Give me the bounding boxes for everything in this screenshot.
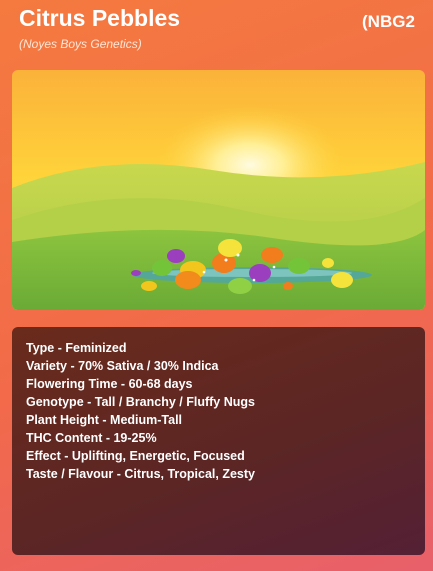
trait-label: THC Content xyxy=(26,431,103,445)
trait-list: Type - Feminized Variety - 70% Sativa / 3… xyxy=(12,327,425,483)
trait-value: Citrus, Tropical, Zesty xyxy=(124,467,255,481)
trait-taste-flavour: Taste / Flavour - Citrus, Tropical, Zest… xyxy=(26,465,425,483)
strain-code: (NBG2 xyxy=(362,12,415,31)
trait-variety: Variety - 70% Sativa / 30% Indica xyxy=(26,357,425,375)
trait-value: Medium-Tall xyxy=(110,413,183,427)
trait-label: Genotype xyxy=(26,395,84,409)
trait-label: Flowering Time xyxy=(26,377,118,391)
trait-label: Effect xyxy=(26,449,61,463)
trait-label: Plant Height xyxy=(26,413,99,427)
trait-value: 19-25% xyxy=(113,431,157,445)
trait-value: Uplifting, Energetic, Focused xyxy=(71,449,245,463)
breeder-name: (Noyes Boys Genetics) xyxy=(19,37,142,51)
trait-thc-content: THC Content - 19-25% xyxy=(26,429,425,447)
trait-label: Taste / Flavour xyxy=(26,467,114,481)
strain-title: Citrus Pebbles xyxy=(19,5,181,31)
sunrise-landscape-with-candy-pebbles-icon xyxy=(12,70,425,310)
trait-value: 60-68 days xyxy=(128,377,193,391)
trait-plant-height: Plant Height - Medium-Tall xyxy=(26,411,425,429)
trait-genotype: Genotype - Tall / Branchy / Fluffy Nugs xyxy=(26,393,425,411)
trait-separator: - xyxy=(67,359,79,373)
trait-flowering-time: Flowering Time - 60-68 days xyxy=(26,375,425,393)
trait-label: Type xyxy=(26,341,55,355)
trait-separator: - xyxy=(98,413,111,427)
strain-artwork xyxy=(12,70,425,310)
trait-separator: - xyxy=(60,449,72,463)
trait-separator: - xyxy=(117,377,129,391)
trait-label: Variety xyxy=(26,359,68,373)
trait-effect: Effect - Uplifting, Energetic, Focused xyxy=(26,447,425,465)
trait-value: Feminized xyxy=(65,341,127,355)
trait-value: Tall / Branchy / Fluffy Nugs xyxy=(94,395,255,409)
trait-separator: - xyxy=(113,467,125,481)
strain-details-panel: Type - Feminized Variety - 70% Sativa / 3… xyxy=(12,327,425,555)
trait-type: Type - Feminized xyxy=(26,339,425,357)
trait-separator: - xyxy=(83,395,95,409)
trait-separator: - xyxy=(102,431,114,445)
trait-separator: - xyxy=(54,341,66,355)
trait-value: 70% Sativa / 30% Indica xyxy=(78,359,219,373)
